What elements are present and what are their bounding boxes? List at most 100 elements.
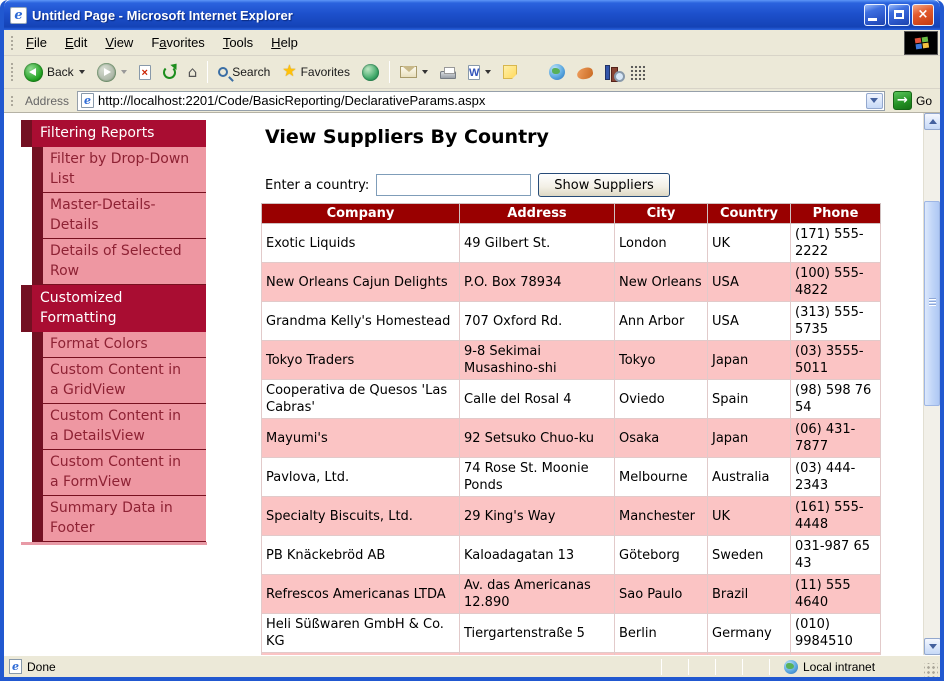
menu-item-view[interactable]: View — [96, 31, 142, 54]
table-cell: Osaka — [615, 419, 708, 458]
note-icon — [503, 65, 517, 79]
maximize-button[interactable] — [888, 4, 910, 26]
status-separator — [715, 659, 716, 675]
reference-books-button[interactable] — [600, 62, 623, 83]
table-cell: (100) 555-4822 — [791, 263, 881, 302]
table-cell: Frankfurt — [615, 653, 708, 656]
window-title: Untitled Page - Microsoft Internet Explo… — [32, 8, 864, 23]
table-cell: P.O. Box 78934 — [460, 263, 615, 302]
table-cell: Bogenallee 51 — [460, 653, 615, 656]
toolbar-grip[interactable] — [9, 34, 14, 52]
favorites-button[interactable]: ★ Favorites — [277, 61, 355, 83]
table-cell: Berlin — [615, 614, 708, 653]
minimize-button[interactable] — [864, 4, 886, 26]
menu-item-edit[interactable]: Edit — [56, 31, 96, 54]
address-dropdown-button[interactable] — [866, 93, 883, 109]
forward-button[interactable] — [92, 60, 132, 85]
table-cell: (11) 555 4640 — [791, 575, 881, 614]
minimize-icon — [868, 18, 877, 21]
resize-grip[interactable] — [924, 663, 938, 677]
stop-button[interactable]: × — [134, 62, 156, 83]
refresh-icon — [163, 66, 176, 79]
mail-dropdown-icon[interactable] — [422, 70, 428, 74]
sidebar-item[interactable]: Custom Content in a DetailsView — [43, 404, 206, 450]
sidebar-item[interactable]: Filter by Drop-Down List — [43, 147, 206, 193]
sidebar-item[interactable]: Custom Content in a GridView — [43, 358, 206, 404]
table-cell: (03) 3555-5011 — [791, 341, 881, 380]
search-icon — [218, 67, 228, 77]
menu-item-file[interactable]: File — [17, 31, 56, 54]
address-url[interactable]: http://localhost:2201/Code/BasicReportin… — [98, 93, 866, 108]
table-cell: (06) 431-7877 — [791, 419, 881, 458]
back-dropdown-icon[interactable] — [79, 70, 85, 74]
mail-button[interactable] — [395, 63, 433, 81]
home-icon: ⌂ — [188, 65, 198, 80]
sidebar-item[interactable]: Format Colors — [43, 332, 206, 358]
sidebar-item[interactable]: Master-Details-Details — [43, 193, 206, 239]
edit-dropdown-icon[interactable] — [485, 70, 491, 74]
search-button[interactable]: Search — [213, 62, 275, 82]
scrollbar-thumb[interactable] — [924, 201, 940, 406]
table-cell: Calle del Rosal 4 — [460, 380, 615, 419]
table-cell: Grandma Kelly's Homestead — [262, 302, 460, 341]
page-viewport: Filtering ReportsFilter by Drop-Down Lis… — [4, 113, 940, 655]
table-cell: Av. das Americanas 12.890 — [460, 575, 615, 614]
books-icon — [605, 65, 610, 80]
security-zone: Local intranet — [784, 660, 924, 674]
sidebar-bottom-line — [21, 542, 207, 545]
back-label: Back — [47, 65, 74, 79]
scroll-down-button[interactable] — [924, 638, 940, 655]
favorites-label: Favorites — [301, 65, 350, 79]
table-cell: Mayumi's — [262, 419, 460, 458]
address-field[interactable]: e http://localhost:2201/Code/BasicReport… — [77, 91, 885, 111]
home-button[interactable]: ⌂ — [183, 62, 203, 83]
country-input[interactable] — [376, 174, 531, 196]
msn-globe-button[interactable] — [544, 61, 570, 83]
table-cell: Spain — [708, 380, 791, 419]
table-cell: 92 Setsuko Chuo-ku — [460, 419, 615, 458]
print-button[interactable] — [435, 63, 461, 82]
stop-icon: × — [139, 65, 151, 80]
windows-logo-throbber — [904, 31, 938, 55]
country-form: Enter a country: Show Suppliers — [265, 173, 901, 197]
table-cell: 29 King's Way — [460, 497, 615, 536]
sidebar-item[interactable]: Custom Content in a FormView — [43, 450, 206, 496]
toolbar-grip[interactable] — [9, 94, 14, 107]
back-button[interactable]: Back — [19, 60, 90, 85]
sidebar-item[interactable]: Details of Selected Row — [43, 239, 206, 285]
browser-window: e Untitled Page - Microsoft Internet Exp… — [0, 0, 944, 681]
discuss-button[interactable] — [498, 62, 522, 82]
table-cell: 031-987 65 43 — [791, 536, 881, 575]
scroll-up-button[interactable] — [924, 113, 940, 130]
table-cell: USA — [708, 263, 791, 302]
edit-with-word-button[interactable]: W — [463, 62, 496, 83]
toolbar-separator — [207, 61, 208, 83]
sidebar-item[interactable]: Summary Data in Footer — [43, 496, 206, 542]
forward-dropdown-icon[interactable] — [121, 70, 127, 74]
refresh-button[interactable] — [158, 63, 181, 82]
history-button[interactable] — [357, 61, 384, 84]
table-row: Refrescos Americanas LTDAAv. das America… — [262, 575, 881, 614]
go-button[interactable]: → Go — [889, 90, 936, 111]
table-cell: (161) 555-4448 — [791, 497, 881, 536]
close-button[interactable]: × — [912, 4, 934, 26]
toolbar-grip[interactable] — [9, 61, 14, 83]
table-cell: Plutzer Lebensmittelgroßmärkte — [262, 653, 460, 656]
title-bar: e Untitled Page - Microsoft Internet Exp… — [4, 0, 940, 30]
menu-item-tools[interactable]: Tools — [214, 31, 262, 54]
research-button[interactable] — [572, 62, 598, 82]
menu-item-favorites[interactable]: Favorites — [142, 31, 213, 54]
menu-item-help[interactable]: Help — [262, 31, 307, 54]
table-cell: Tiergartenstraße 5 — [460, 614, 615, 653]
table-row: Pavlova, Ltd.74 Rose St. Moonie PondsMel… — [262, 458, 881, 497]
favorites-star-icon: ★ — [282, 64, 296, 80]
table-row: PB Knäckebröd ABKaloadagatan 13GöteborgS… — [262, 536, 881, 575]
grid-key-icon — [630, 65, 645, 80]
go-label: Go — [916, 94, 932, 108]
main-content: View Suppliers By Country Enter a countr… — [261, 113, 901, 655]
sidebar-section-header: Filtering Reports — [21, 120, 206, 147]
vertical-scrollbar[interactable] — [923, 113, 940, 655]
encryption-grid-button[interactable] — [625, 62, 650, 83]
show-suppliers-button[interactable]: Show Suppliers — [538, 173, 670, 197]
table-cell: Cooperativa de Quesos 'Las Cabras' — [262, 380, 460, 419]
